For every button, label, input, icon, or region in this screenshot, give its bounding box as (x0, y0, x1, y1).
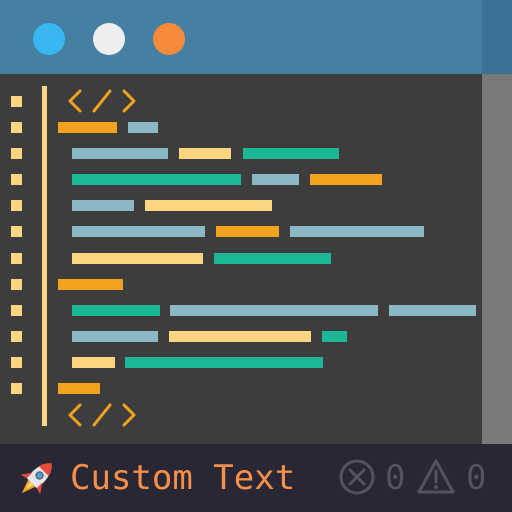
errors-count[interactable]: 0 (385, 456, 405, 500)
code-token (58, 279, 123, 290)
line-marker (11, 200, 22, 211)
warnings-count[interactable]: 0 (466, 456, 486, 500)
line-marker (11, 305, 22, 316)
code-token (125, 357, 323, 368)
line-marker (11, 357, 22, 368)
code-token (310, 174, 382, 185)
line-marker (11, 383, 22, 394)
code-token (145, 200, 272, 211)
window-dot-orange[interactable] (153, 23, 185, 55)
code-token (72, 305, 160, 316)
line-marker (11, 148, 22, 159)
warning-triangle-icon[interactable] (415, 456, 457, 498)
code-token (322, 331, 347, 342)
window-dot-blue[interactable] (33, 23, 65, 55)
code-token (216, 226, 279, 237)
code-token (72, 200, 134, 211)
status-bar-text[interactable]: Custom Text (70, 456, 295, 500)
line-marker (11, 279, 22, 290)
code-token (72, 226, 205, 237)
code-token (169, 331, 311, 342)
rocket-icon (20, 463, 52, 495)
code-block-guide-line (42, 86, 47, 426)
line-marker (11, 174, 22, 185)
code-token (170, 305, 378, 316)
code-token (214, 253, 331, 264)
line-marker (11, 96, 22, 107)
code-token (72, 357, 115, 368)
code-tag-icon (68, 403, 136, 427)
code-token (72, 331, 158, 342)
line-marker (11, 253, 22, 264)
code-token (72, 174, 241, 185)
title-bar-corner (482, 0, 512, 74)
code-token (72, 253, 203, 264)
code-token (389, 305, 476, 316)
code-token (243, 148, 339, 159)
window-dot-white[interactable] (93, 23, 125, 55)
code-tag-icon (68, 89, 136, 113)
line-marker (11, 226, 22, 237)
line-marker (11, 331, 22, 342)
code-token (252, 174, 299, 185)
title-bar (0, 0, 482, 74)
code-token (72, 148, 168, 159)
code-token (128, 122, 158, 133)
vertical-scrollbar[interactable] (482, 74, 512, 444)
code-token (58, 122, 117, 133)
code-token (290, 226, 424, 237)
code-token (179, 148, 231, 159)
code-token (58, 383, 100, 394)
line-marker (11, 122, 22, 133)
error-circle-icon[interactable] (336, 456, 378, 498)
